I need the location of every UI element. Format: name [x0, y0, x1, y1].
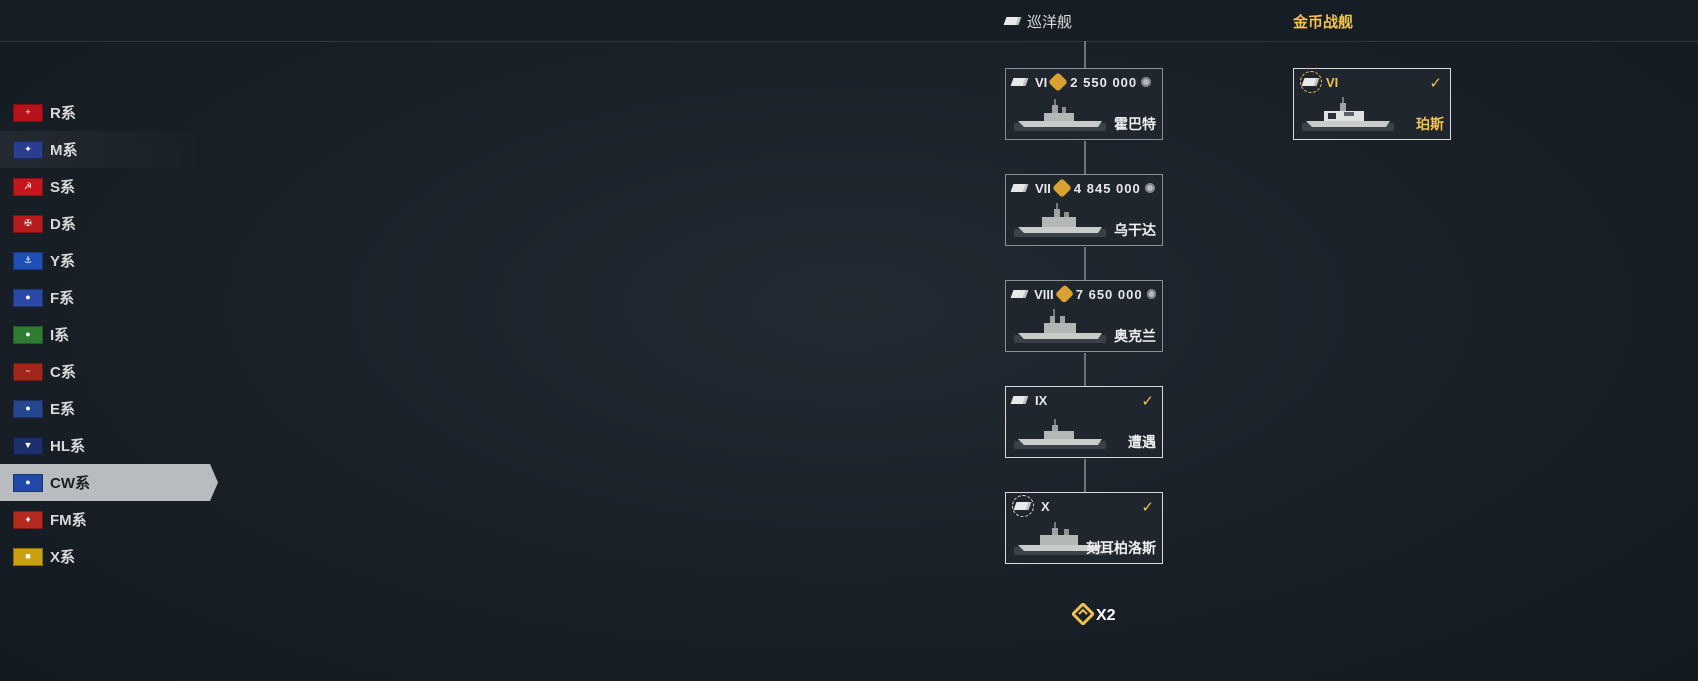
ship-image — [1014, 203, 1106, 237]
xp-bonus-multiplier: X2 — [1096, 607, 1116, 624]
flag-icon: ● — [13, 325, 43, 344]
nation-label: HL系 — [50, 438, 85, 455]
ship-image — [1302, 97, 1394, 131]
ship-cost: 2 550 000 — [1070, 74, 1138, 90]
flag-icon: ● — [13, 288, 43, 307]
flag-icon: ● — [13, 473, 43, 492]
ship-name: 遭遇 — [1128, 434, 1156, 450]
tree-connector — [1084, 247, 1086, 280]
tier-label: VIII — [1034, 286, 1054, 302]
nation-item-c[interactable]: ~ C系 — [0, 353, 205, 390]
nation-label: M系 — [50, 142, 78, 159]
flag-icon: ● — [13, 399, 43, 418]
ship-name: 霍巴特 — [1114, 116, 1156, 132]
research-xp-icon — [1054, 284, 1074, 304]
flag-icon: ✦ — [13, 140, 43, 159]
nation-label: FM系 — [50, 512, 87, 529]
elite-cruiser-icon — [1012, 495, 1034, 517]
nation-item-r[interactable]: + R系 — [0, 94, 205, 131]
nation-label: D系 — [50, 216, 76, 233]
tree-connector — [1084, 353, 1086, 386]
flag-icon: ~ — [13, 362, 43, 381]
researched-check-icon: ✓ — [1429, 75, 1442, 92]
flag-icon: ▼ — [13, 436, 43, 455]
nation-item-y[interactable]: ⚓ Y系 — [0, 242, 205, 279]
flag-icon: ⚓ — [13, 251, 43, 270]
tier-label: IX — [1035, 392, 1048, 408]
cruiser-class-icon — [1015, 501, 1031, 511]
nation-item-x[interactable]: ■ X系 — [0, 538, 205, 575]
nation-item-d[interactable]: ✠ D系 — [0, 205, 205, 242]
cruiser-column-label: 巡洋舰 — [1027, 13, 1073, 31]
tree-connector — [1084, 41, 1086, 68]
gold-ships-column-header: 金币战舰 — [1293, 11, 1353, 31]
nation-sidebar: + R系 ✦ M系 ☭ S系 ✠ D系 ⚓ Y系 ● F系 ● I系 ~ C系 … — [0, 94, 220, 575]
cruiser-class-icon — [1012, 77, 1028, 87]
nation-label: I系 — [50, 327, 70, 344]
nation-label: S系 — [50, 179, 76, 196]
gold-ships-column-label: 金币战舰 — [1293, 13, 1354, 31]
flag-icon: ☭ — [13, 177, 43, 196]
ship-image — [1014, 309, 1106, 343]
tier-label: X — [1041, 498, 1050, 514]
credit-icon — [1144, 183, 1155, 193]
nation-label: R系 — [50, 105, 76, 122]
credit-icon — [1141, 77, 1152, 87]
xp-bonus-indicator: X2 — [1072, 603, 1116, 625]
nation-item-e[interactable]: ● E系 — [0, 390, 205, 427]
nation-label: E系 — [50, 401, 76, 418]
flag-icon: + — [13, 103, 43, 122]
tier-label: VI — [1326, 74, 1339, 90]
cruiser-class-icon — [1005, 16, 1021, 26]
ship-name: 乌干达 — [1114, 222, 1156, 238]
ship-name: 奥克兰 — [1114, 328, 1156, 344]
nation-label: X系 — [50, 549, 76, 566]
premium-cruiser-icon — [1300, 71, 1322, 93]
flag-icon: ✠ — [13, 214, 43, 233]
ship-cost: 4 845 000 — [1073, 180, 1141, 196]
nation-label: C系 — [50, 364, 76, 381]
nation-item-fm[interactable]: ♦ FM系 — [0, 501, 205, 538]
credit-icon — [1146, 289, 1156, 299]
ship-card-tier-vi[interactable]: VI 2 550 000 霍巴特 — [1005, 68, 1163, 140]
nation-item-cw[interactable]: ● CW系 — [0, 464, 218, 501]
cruiser-column-header: 巡洋舰 — [1005, 11, 1072, 31]
researched-check-icon: ✓ — [1141, 499, 1154, 516]
tier-label: VI — [1035, 74, 1048, 90]
tier-label: VII — [1035, 180, 1051, 196]
cruiser-class-icon — [1012, 289, 1027, 299]
nation-label: CW系 — [50, 475, 90, 492]
nation-item-s[interactable]: ☭ S系 — [0, 168, 205, 205]
ship-card-tier-viii[interactable]: VIII 7 650 000 奥克兰 — [1005, 280, 1163, 352]
ship-name: 刻耳柏洛斯 — [1086, 540, 1156, 556]
xp-bonus-icon — [1072, 603, 1094, 625]
researched-check-icon: ✓ — [1141, 393, 1154, 410]
ship-image — [1014, 419, 1106, 449]
flag-icon: ♦ — [13, 510, 43, 529]
cruiser-class-icon — [1012, 183, 1028, 193]
flag-icon: ■ — [13, 547, 43, 566]
ship-card-tier-vii[interactable]: VII 4 845 000 乌干达 — [1005, 174, 1163, 246]
research-xp-icon — [1048, 72, 1069, 92]
research-xp-icon — [1052, 178, 1072, 198]
ship-name: 珀斯 — [1416, 116, 1444, 132]
nation-item-f[interactable]: ● F系 — [0, 279, 205, 316]
top-bar: 巡洋舰 金币战舰 — [0, 0, 1698, 42]
ship-card-tier-x[interactable]: X ✓ 刻耳柏洛斯 — [1005, 492, 1163, 564]
nation-item-hl[interactable]: ▼ HL系 — [0, 427, 205, 464]
cruiser-class-icon — [1012, 395, 1028, 405]
nation-label: F系 — [50, 290, 75, 307]
nation-item-i[interactable]: ● I系 — [0, 316, 205, 353]
tree-connector — [1084, 459, 1086, 492]
nation-item-m[interactable]: ✦ M系 — [0, 131, 205, 168]
tree-connector — [1084, 141, 1086, 174]
ship-card-tier-ix[interactable]: IX ✓ 遭遇 — [1005, 386, 1163, 458]
ship-cost: 7 650 000 — [1075, 286, 1143, 302]
nation-label: Y系 — [50, 253, 76, 270]
gold-ship-card[interactable]: VI ✓ 珀斯 — [1293, 68, 1451, 140]
ship-image — [1014, 99, 1106, 131]
cruiser-class-icon — [1303, 77, 1319, 87]
